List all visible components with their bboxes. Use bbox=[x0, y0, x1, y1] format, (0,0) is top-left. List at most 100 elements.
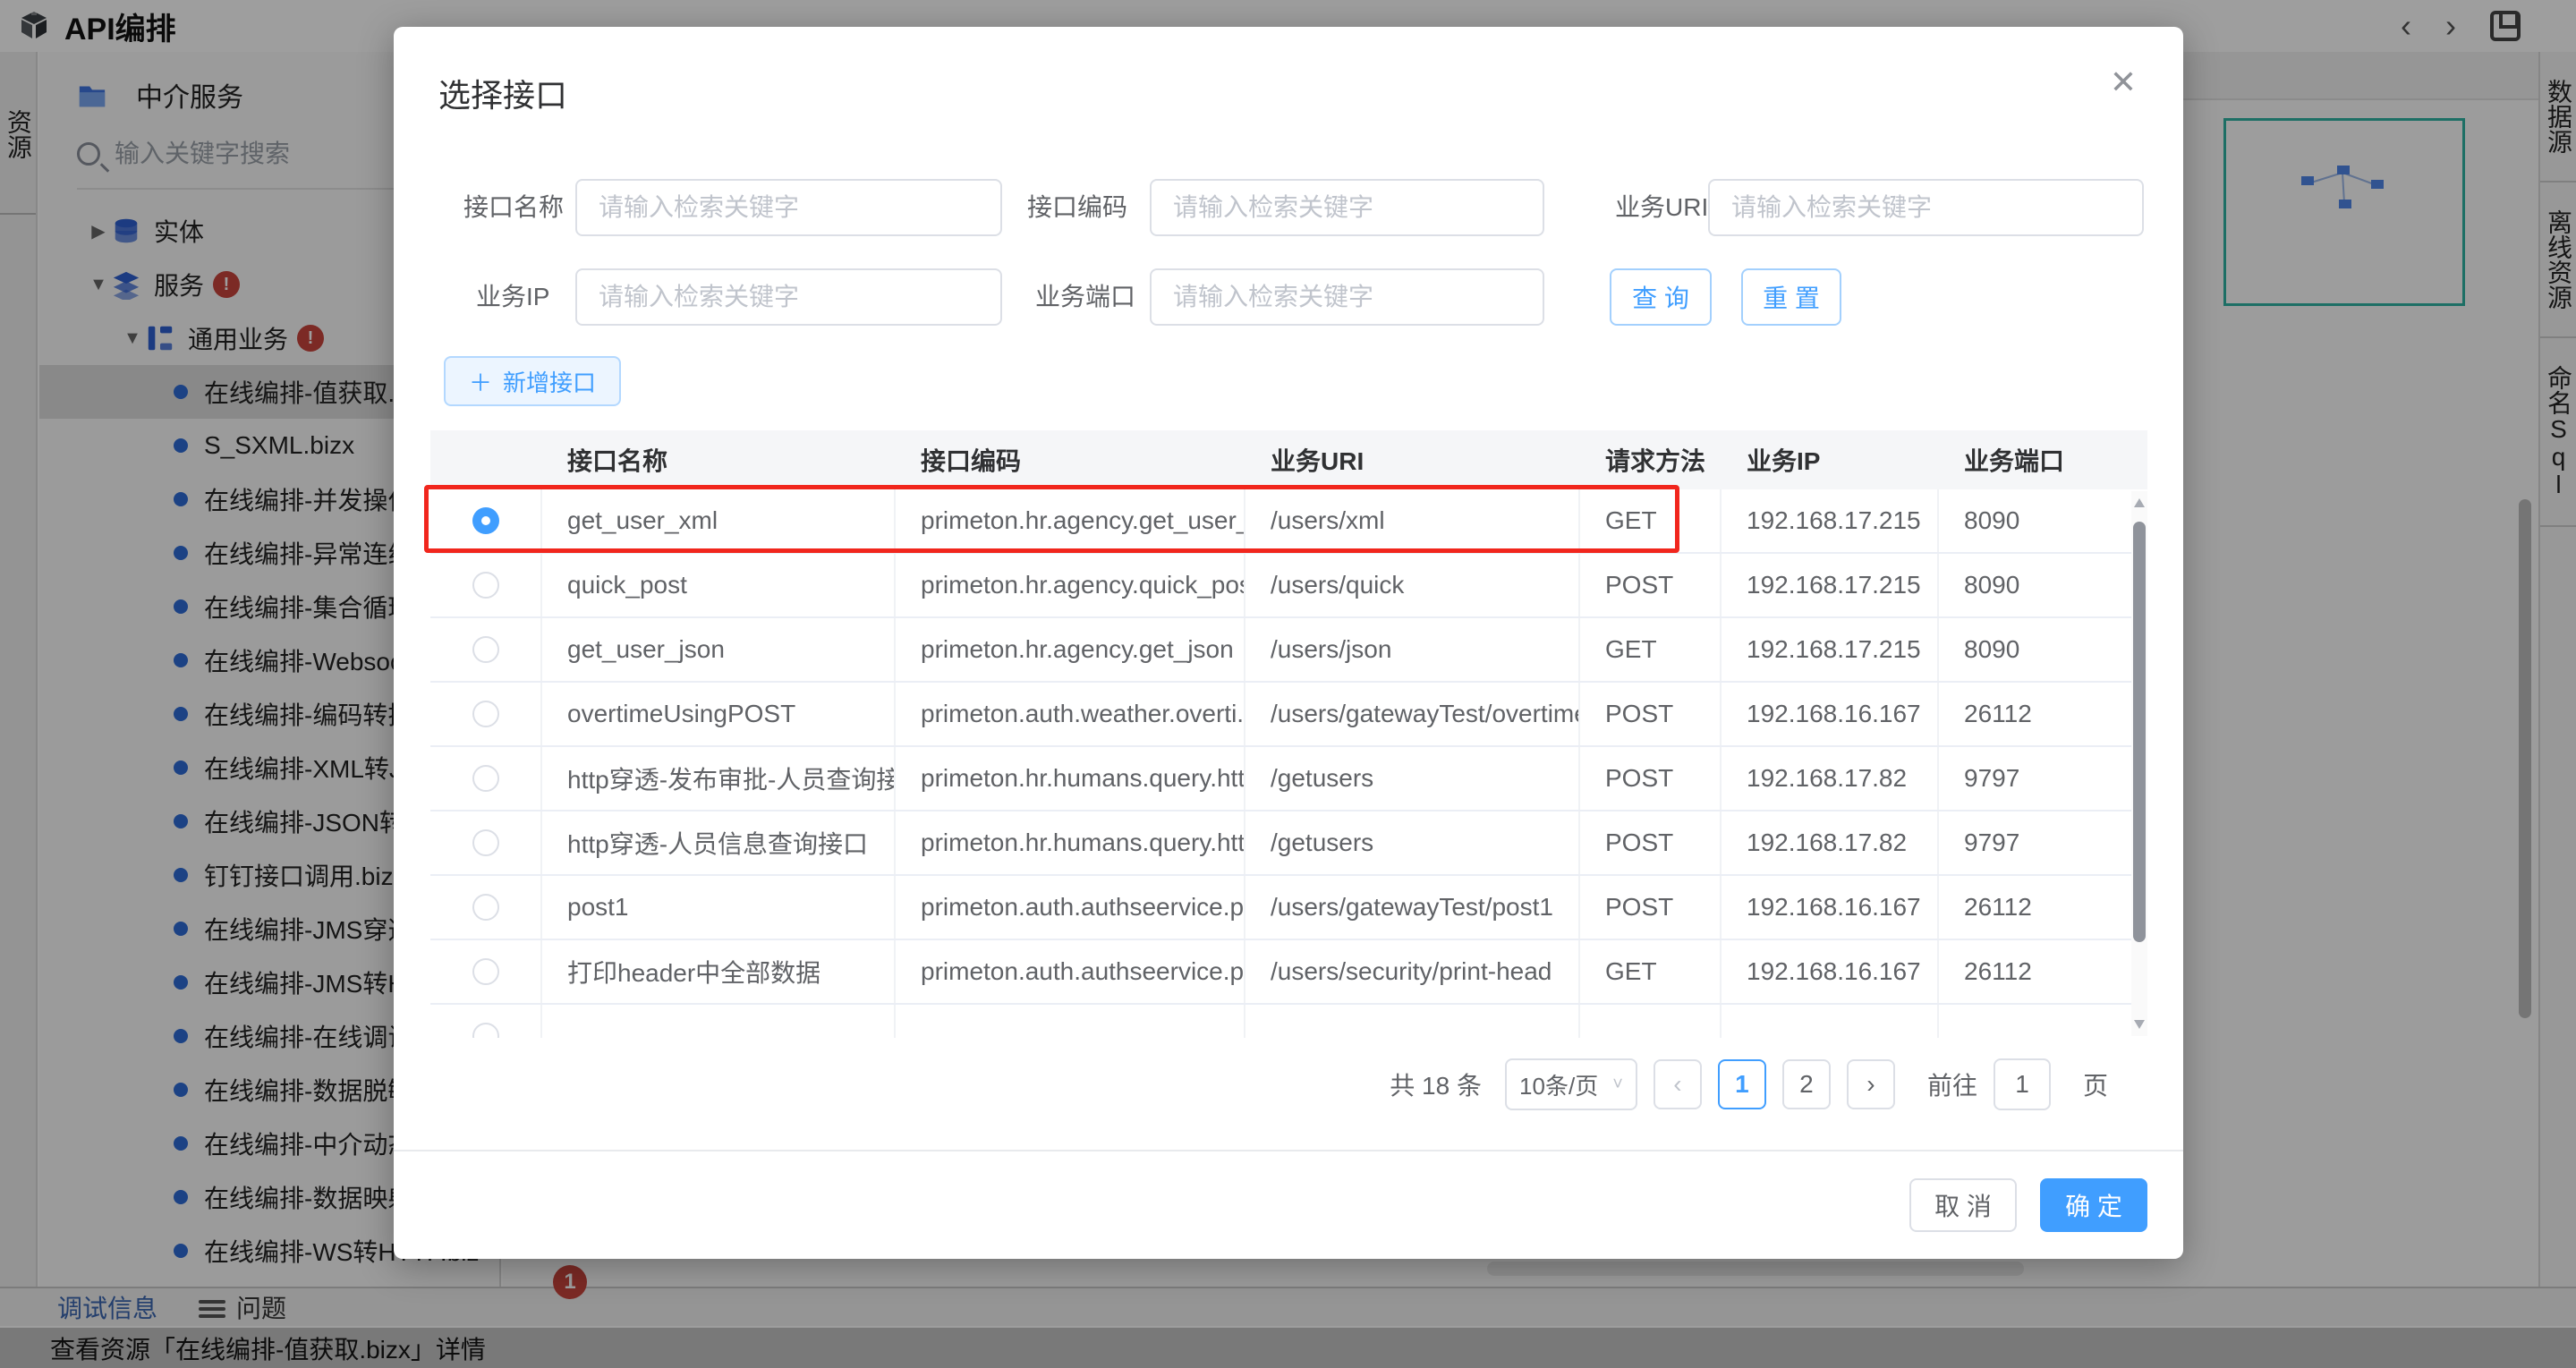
cell-ip: 192.168.16.167 bbox=[1722, 683, 1939, 745]
cell-port: 8090 bbox=[1964, 506, 2020, 534]
row-radio-selected[interactable] bbox=[472, 507, 499, 534]
prev-page-button[interactable]: ‹ bbox=[1653, 1059, 1702, 1109]
filter-code-label: 接口编码 bbox=[1027, 193, 1128, 221]
table-row[interactable]: 打印header中全部数据 primeton.auth.authseervice… bbox=[430, 940, 2147, 1005]
cell-ip: 192.168.17.215 bbox=[1722, 489, 1939, 552]
cell-code: primeton.hr.humans.query.htt... bbox=[896, 747, 1245, 810]
dialog-footer: 取 消 确 定 bbox=[394, 1150, 2183, 1259]
cell-uri: /users/gatewayTest/post1 bbox=[1245, 876, 1580, 939]
cell-uri: /users/security/print-head bbox=[1245, 940, 1580, 1003]
confirm-button[interactable]: 确 定 bbox=[2040, 1178, 2147, 1232]
table-row[interactable]: overtimeUsingPOST primeton.auth.weather.… bbox=[430, 683, 2147, 747]
cell-ip: 192.168.16.167 bbox=[1722, 876, 1939, 939]
cell-uri: /users/json bbox=[1245, 618, 1580, 681]
scrollbar-thumb[interactable] bbox=[2133, 522, 2146, 942]
cell-name: overtimeUsingPOST bbox=[542, 683, 896, 745]
pagination: 共 18 条 10条/页 ˅ ‹ 1 2 › 前往 页 bbox=[394, 1058, 2147, 1111]
col-header-method: 请求方法 bbox=[1605, 447, 1706, 475]
search-button[interactable]: 查 询 bbox=[1610, 268, 1712, 326]
filter-uri-input[interactable] bbox=[1708, 179, 2144, 236]
cell-method: POST bbox=[1580, 747, 1722, 810]
page-size-select[interactable]: 10条/页 ˅ bbox=[1504, 1058, 1637, 1110]
cell-name: 打印header中全部数据 bbox=[542, 940, 896, 1003]
reset-button[interactable]: 重 置 bbox=[1741, 268, 1841, 326]
scroll-up-icon[interactable] bbox=[2134, 498, 2145, 507]
add-interface-label: 新增接口 bbox=[503, 369, 597, 396]
goto-label: 前往 bbox=[1926, 1072, 1977, 1100]
select-interface-dialog: 选择接口 ✕ 接口名称 接口编码 业务URI 业务IP 业务端口 查 询 重 置… bbox=[394, 27, 2183, 1259]
cell-ip: 192.168.17.215 bbox=[1722, 618, 1939, 681]
goto-page-input[interactable] bbox=[1993, 1058, 2051, 1110]
col-header-ip: 业务IP bbox=[1747, 447, 1821, 475]
col-header-name: 接口名称 bbox=[567, 447, 668, 475]
col-header-code: 接口编码 bbox=[921, 447, 1022, 475]
cell-code: primeton.auth.authseervice.pri... bbox=[896, 940, 1245, 1003]
plus-icon: ＋ bbox=[469, 369, 493, 396]
cell-port: 26112 bbox=[1964, 957, 2032, 985]
dialog-title: 选择接口 bbox=[438, 77, 568, 114]
cell-name: http穿透-人员信息查询接口 bbox=[542, 811, 896, 874]
cell-method: POST bbox=[1580, 811, 1722, 874]
page-button-2[interactable]: 2 bbox=[1781, 1059, 1831, 1109]
chevron-down-icon: ˅ bbox=[1612, 1074, 1623, 1094]
table-row[interactable]: get_user_xml primeton.hr.agency.get_user… bbox=[430, 489, 2147, 554]
filter-name-input[interactable] bbox=[575, 179, 1002, 236]
cell-uri: /users/xml bbox=[1245, 489, 1580, 552]
table-row-partial bbox=[430, 1005, 2147, 1038]
col-header-port: 业务端口 bbox=[1964, 447, 2065, 475]
cell-method: GET bbox=[1580, 940, 1722, 1003]
filter-ip-input[interactable] bbox=[575, 268, 1002, 326]
total-count: 共 18 条 bbox=[1390, 1072, 1482, 1100]
cell-port: 9797 bbox=[1964, 764, 2020, 792]
table-row[interactable]: get_user_json primeton.hr.agency.get_jso… bbox=[430, 618, 2147, 683]
cell-code: primeton.auth.weather.overti... bbox=[896, 683, 1245, 745]
cell-name: get_user_json bbox=[542, 618, 896, 681]
row-radio[interactable] bbox=[472, 572, 499, 599]
cell-code: primeton.hr.agency.quick_post bbox=[896, 554, 1245, 616]
cell-uri: /getusers bbox=[1245, 747, 1580, 810]
cell-ip: 192.168.17.82 bbox=[1722, 747, 1939, 810]
row-radio[interactable] bbox=[472, 894, 499, 921]
cell-name: post1 bbox=[542, 876, 896, 939]
table-row[interactable]: post1 primeton.auth.authseervice.po... /… bbox=[430, 876, 2147, 940]
cancel-button[interactable]: 取 消 bbox=[1909, 1178, 2017, 1232]
scroll-down-icon[interactable] bbox=[2134, 1020, 2145, 1029]
table-header: 接口名称 接口编码 业务URI 请求方法 业务IP 业务端口 bbox=[430, 430, 2147, 489]
row-radio[interactable] bbox=[472, 765, 499, 792]
row-radio[interactable] bbox=[472, 636, 499, 663]
filter-name-label: 接口名称 bbox=[463, 193, 565, 221]
row-radio[interactable] bbox=[472, 829, 499, 856]
table-row[interactable]: http穿透-发布审批-人员查询接口 primeton.hr.humans.qu… bbox=[430, 747, 2147, 811]
row-radio[interactable] bbox=[472, 958, 499, 985]
interface-table: 接口名称 接口编码 业务URI 请求方法 业务IP 业务端口 get_user_… bbox=[430, 430, 2147, 1038]
cell-method: GET bbox=[1580, 618, 1722, 681]
cell-method: POST bbox=[1580, 554, 1722, 616]
cell-ip: 192.168.17.82 bbox=[1722, 811, 1939, 874]
row-radio[interactable] bbox=[472, 701, 499, 727]
cell-method: GET bbox=[1580, 489, 1722, 552]
cell-ip: 192.168.17.215 bbox=[1722, 554, 1939, 616]
cell-port: 8090 bbox=[1964, 571, 2020, 599]
page-size-value: 10条/页 bbox=[1519, 1072, 1599, 1100]
filter-code-input[interactable] bbox=[1150, 179, 1544, 236]
table-row[interactable]: quick_post primeton.hr.agency.quick_post… bbox=[430, 554, 2147, 618]
filter-port-input[interactable] bbox=[1150, 268, 1544, 326]
page-button-1[interactable]: 1 bbox=[1717, 1059, 1766, 1109]
add-interface-button[interactable]: ＋ 新增接口 bbox=[444, 356, 622, 406]
next-page-button[interactable]: › bbox=[1846, 1059, 1895, 1109]
page-unit-label: 页 bbox=[2082, 1072, 2108, 1100]
cell-method: POST bbox=[1580, 876, 1722, 939]
cell-code: primeton.auth.authseervice.po... bbox=[896, 876, 1245, 939]
screen: API编排 ‹ › 资源 中介服务 ▶ bbox=[0, 0, 2576, 1368]
table-row[interactable]: http穿透-人员信息查询接口 primeton.hr.humans.query… bbox=[430, 811, 2147, 876]
cell-uri: /getusers bbox=[1245, 811, 1580, 874]
cell-code: primeton.hr.agency.get_user_... bbox=[896, 489, 1245, 552]
row-radio[interactable] bbox=[472, 1023, 499, 1038]
table-scrollbar[interactable] bbox=[2131, 491, 2147, 1036]
close-icon[interactable]: ✕ bbox=[2110, 66, 2137, 98]
cell-code: primeton.hr.humans.query.htt... bbox=[896, 811, 1245, 874]
col-header-uri: 业务URI bbox=[1271, 447, 1365, 475]
cell-port: 8090 bbox=[1964, 635, 2020, 663]
cell-uri: /users/gatewayTest/overtime bbox=[1245, 683, 1580, 745]
cell-code: primeton.hr.agency.get_json bbox=[896, 618, 1245, 681]
